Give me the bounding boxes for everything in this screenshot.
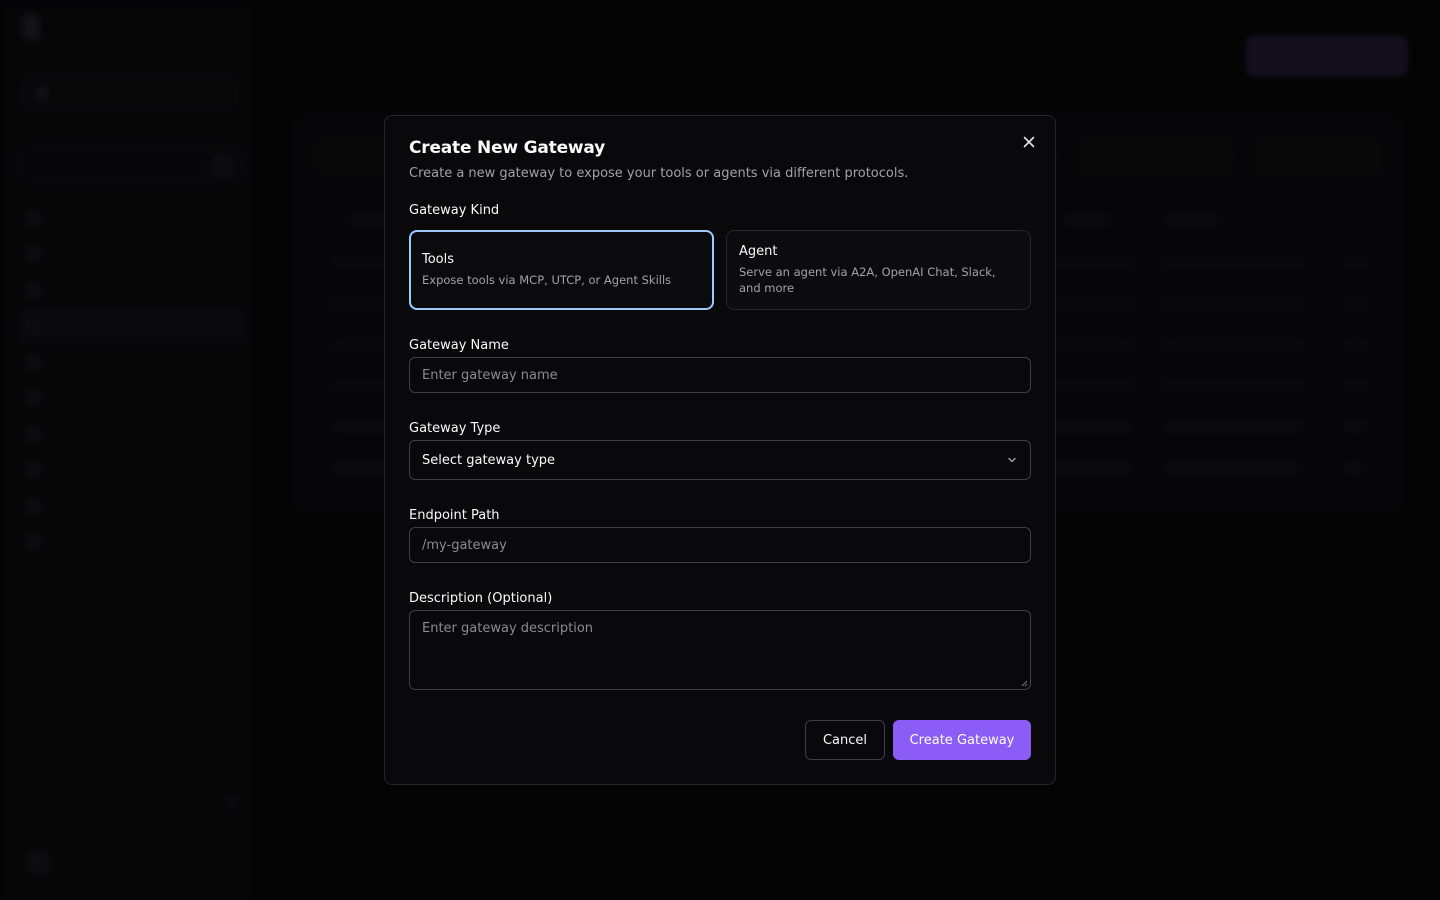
kind-option-title: Tools (422, 252, 455, 267)
endpoint-path-input[interactable]: /my-gateway (409, 527, 1031, 563)
cancel-button[interactable]: Cancel (805, 720, 885, 760)
endpoint-path-label: Endpoint Path (409, 508, 500, 523)
kind-option-tools[interactable]: Tools Expose tools via MCP, UTCP, or Age… (409, 230, 714, 310)
dialog-title: Create New Gateway (409, 138, 606, 158)
close-icon (1023, 136, 1035, 148)
create-gateway-dialog: Create New Gateway Create a new gateway … (384, 115, 1056, 785)
chevron-down-icon (1008, 457, 1016, 463)
gateway-type-group: Gateway Type Select gateway type (409, 421, 1031, 480)
close-button[interactable] (1019, 132, 1039, 152)
create-gateway-button[interactable]: Create Gateway (893, 720, 1031, 760)
gateway-type-value: Select gateway type (422, 452, 556, 468)
kind-option-description: Serve an agent via A2A, OpenAI Chat, Sla… (739, 265, 996, 295)
description-group: Description (Optional) Enter gateway des… (409, 591, 1031, 690)
kind-option-description: Expose tools via MCP, UTCP, or Agent Ski… (422, 273, 672, 287)
resize-handle-icon[interactable] (1020, 679, 1028, 687)
dialog-actions: Cancel Create Gateway (805, 720, 1031, 760)
description-placeholder: Enter gateway description (422, 621, 594, 636)
dialog-description: Create a new gateway to expose your tool… (409, 166, 909, 181)
description-label: Description (Optional) (409, 591, 553, 606)
description-textarea[interactable]: Enter gateway description (409, 610, 1031, 690)
kind-option-agent[interactable]: Agent Serve an agent via A2A, OpenAI Cha… (726, 230, 1031, 310)
gateway-name-label: Gateway Name (409, 338, 509, 353)
gateway-kind-options: Tools Expose tools via MCP, UTCP, or Age… (409, 230, 1031, 310)
gateway-name-group: Gateway Name Enter gateway name (409, 338, 1031, 393)
kind-option-title: Agent (739, 244, 778, 259)
endpoint-path-group: Endpoint Path /my-gateway (409, 508, 1031, 563)
gateway-type-select[interactable]: Select gateway type (409, 440, 1031, 480)
gateway-type-label: Gateway Type (409, 421, 501, 436)
gateway-kind-label: Gateway Kind (409, 203, 500, 218)
gateway-name-input[interactable]: Enter gateway name (409, 357, 1031, 393)
